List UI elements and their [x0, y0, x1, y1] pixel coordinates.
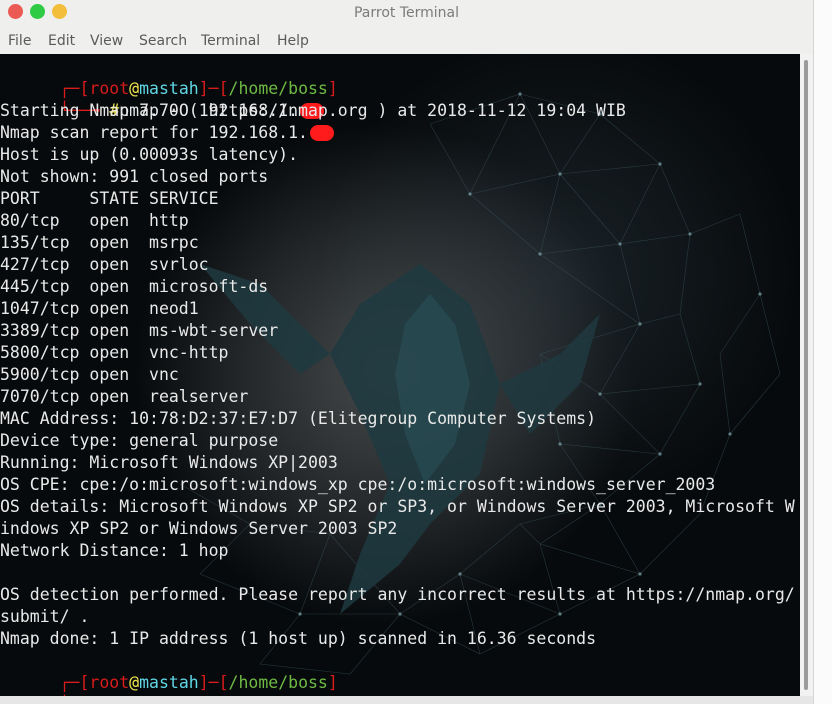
desktop-edge	[813, 0, 832, 704]
command-line-1: └──╼ #nmap -O 192.168.1.	[0, 78, 325, 120]
vertical-scrollbar[interactable]	[800, 54, 813, 696]
scrollbar-thumb[interactable]	[804, 60, 808, 690]
menu-file[interactable]: File	[8, 33, 31, 49]
output-host-up: Host is up (0.00093s latency).	[0, 145, 299, 164]
prompt-line-1: ┌─[root@mastah]─[/home/boss]	[0, 56, 338, 98]
port-row: 427/tcp open svrloc	[0, 255, 209, 274]
output-report: Nmap scan report for 192.168.1.	[0, 122, 334, 144]
output-not-shown: Not shown: 991 closed ports	[0, 167, 269, 186]
port-row: 5800/tcp open vnc-http	[0, 343, 229, 362]
prompt-separator: ]─[	[198, 673, 229, 692]
output-os-details: OS details: Microsoft Windows XP SP2 or …	[0, 497, 795, 516]
output-detection: OS detection performed. Please report an…	[0, 585, 795, 604]
terminal-area[interactable]: ┌─[root@mastah]─[/home/boss] └──╼ #nmap …	[0, 54, 800, 696]
report-text: Nmap scan report for 192.168.1.	[0, 123, 308, 142]
menu-view[interactable]: View	[90, 33, 123, 49]
output-running: Running: Microsoft Windows XP|2003	[0, 453, 338, 472]
port-row: 445/tcp open microsoft-ds	[0, 277, 269, 296]
prompt-at: @	[129, 673, 140, 692]
prompt-frame-close: ]	[327, 673, 338, 692]
output-mac: MAC Address: 10:78:D2:37:E7:D7 (Elitegro…	[0, 409, 597, 428]
output-starting: Starting Nmap 7.70 ( https://nmap.org ) …	[0, 101, 626, 120]
menu-bar: File Edit View Search Terminal Help	[0, 28, 813, 54]
port-row: 5900/tcp open vnc	[0, 365, 179, 384]
menu-edit[interactable]: Edit	[48, 33, 75, 49]
output-os-cpe: OS CPE: cpe:/o:microsoft:windows_xp cpe:…	[0, 475, 716, 494]
command-line-2[interactable]: └──╼ #	[0, 672, 120, 696]
menu-search[interactable]: Search	[139, 33, 187, 49]
port-row: 135/tcp open msrpc	[0, 233, 199, 252]
ports-header: PORT STATE SERVICE	[0, 189, 219, 208]
port-row: 1047/tcp open neod1	[0, 299, 199, 318]
menu-terminal[interactable]: Terminal	[201, 33, 260, 49]
menu-help[interactable]: Help	[277, 33, 309, 49]
output-device-type: Device type: general purpose	[0, 431, 279, 450]
output-os-details-wrap: indows XP SP2 or Windows Server 2003 SP2	[0, 519, 398, 538]
prompt-line-2: ┌─[root@mastah]─[/home/boss]	[0, 650, 338, 692]
port-row: 80/tcp open http	[0, 211, 189, 230]
prompt-host: mastah	[139, 673, 199, 692]
port-row: 3389/tcp open ms-wbt-server	[0, 321, 279, 340]
prompt-path: /home/boss	[228, 673, 328, 692]
window-title: Parrot Terminal	[353, 5, 460, 21]
prompt-frame-close: ]	[327, 79, 338, 98]
output-detection-wrap: submit/ .	[0, 607, 90, 626]
redaction-mark	[309, 125, 334, 141]
output-network-distance: Network Distance: 1 hop	[0, 541, 229, 560]
title-bar[interactable]: Parrot Terminal	[0, 0, 813, 28]
window-bottom-edge	[0, 696, 813, 704]
port-row: 7070/tcp open realserver	[0, 387, 249, 406]
output-done: Nmap done: 1 IP address (1 host up) scan…	[0, 629, 597, 648]
terminal-window: Parrot Terminal File Edit View Search Te…	[0, 0, 813, 704]
